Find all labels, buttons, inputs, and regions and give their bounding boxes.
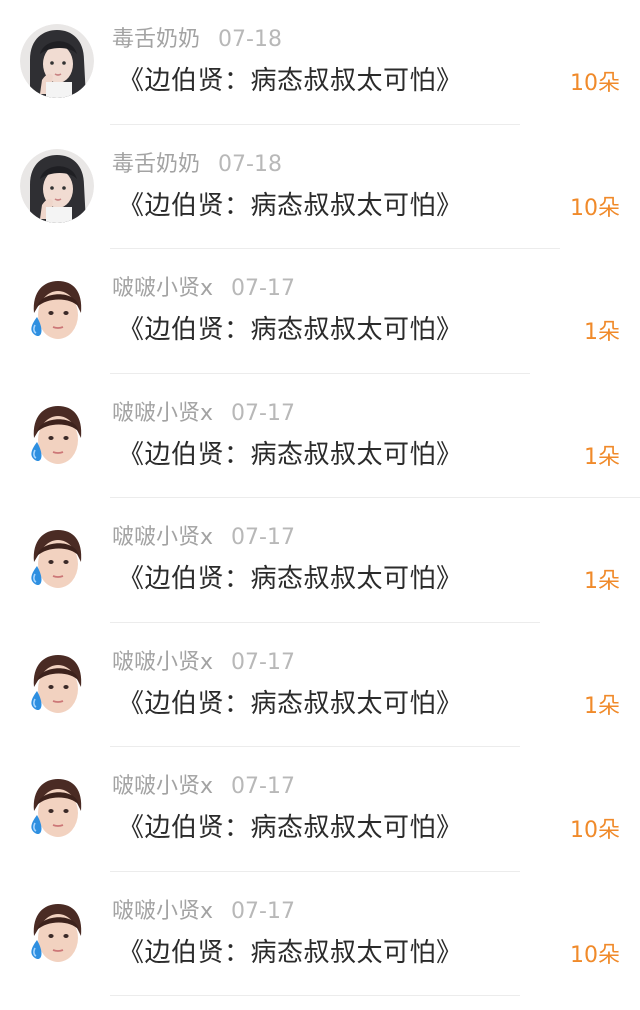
item-title[interactable]: 《边伯贤：病态叔叔太可怕》 bbox=[118, 810, 463, 846]
user-meta: 啵啵小贤x 07-17 bbox=[112, 273, 295, 305]
item-title[interactable]: 《边伯贤：病态叔叔太可怕》 bbox=[118, 935, 463, 971]
date: 07-18 bbox=[218, 27, 282, 52]
date: 07-17 bbox=[231, 898, 295, 924]
girl-portrait-avatar bbox=[20, 24, 94, 98]
username[interactable]: 毒舌奶奶 bbox=[112, 152, 200, 177]
avatar[interactable] bbox=[20, 771, 94, 845]
avatar[interactable] bbox=[20, 24, 94, 98]
item-title[interactable]: 《边伯贤：病态叔叔太可怕》 bbox=[118, 686, 463, 722]
list-item[interactable]: 啵啵小贤x 07-17 《边伯贤：病态叔叔太可怕》 1朵 bbox=[0, 249, 640, 374]
gift-count: 1朵 bbox=[584, 693, 620, 719]
girl-portrait-avatar bbox=[20, 148, 94, 223]
gift-count: 1朵 bbox=[584, 569, 620, 594]
sweat-face-avatar bbox=[20, 771, 94, 845]
list-item[interactable]: 啵啵小贤x 07-17 《边伯贤：病态叔叔太可怕》 1朵 bbox=[0, 623, 640, 747]
sweat-face-avatar bbox=[20, 397, 94, 472]
sweat-face-avatar bbox=[20, 895, 94, 970]
item-title[interactable]: 《边伯贤：病态叔叔太可怕》 bbox=[118, 561, 463, 597]
sweat-face-avatar bbox=[20, 522, 94, 596]
user-meta: 毒舌奶奶 07-18 bbox=[112, 149, 282, 181]
date: 07-17 bbox=[231, 649, 295, 675]
user-meta: 啵啵小贤x 07-17 bbox=[112, 398, 295, 430]
user-meta: 啵啵小贤x 07-17 bbox=[112, 647, 295, 679]
item-title[interactable]: 《边伯贤：病态叔叔太可怕》 bbox=[118, 437, 463, 473]
gift-count: 1朵 bbox=[584, 320, 620, 345]
username[interactable]: 啵啵小贤x bbox=[112, 276, 213, 301]
sweat-face-avatar bbox=[20, 646, 94, 721]
sweat-face-avatar bbox=[20, 273, 94, 347]
item-title[interactable]: 《边伯贤：病态叔叔太可怕》 bbox=[118, 188, 463, 224]
user-meta: 啵啵小贤x 07-17 bbox=[112, 771, 295, 803]
list-item[interactable]: 毒舌奶奶 07-18 《边伯贤：病态叔叔太可怕》 10朵 bbox=[0, 125, 640, 249]
date: 07-17 bbox=[231, 400, 295, 426]
gift-count: 10朵 bbox=[570, 71, 620, 96]
avatar[interactable] bbox=[20, 397, 94, 472]
user-meta: 毒舌奶奶 07-18 bbox=[112, 24, 282, 56]
list-item[interactable]: 毒舌奶奶 07-18 《边伯贤：病态叔叔太可怕》 10朵 bbox=[0, 0, 640, 125]
user-meta: 啵啵小贤x 07-17 bbox=[112, 522, 295, 554]
date: 07-17 bbox=[231, 525, 295, 550]
gift-count: 1朵 bbox=[584, 444, 620, 470]
list-item[interactable]: 啵啵小贤x 07-17 《边伯贤：病态叔叔太可怕》 1朵 bbox=[0, 374, 640, 498]
gift-count: 10朵 bbox=[570, 195, 620, 221]
gift-record-list: 毒舌奶奶 07-18 《边伯贤：病态叔叔太可怕》 10朵 毒舌奶奶 07-18 《边… bbox=[0, 0, 640, 1010]
gift-count: 10朵 bbox=[570, 818, 620, 843]
item-title[interactable]: 《边伯贤：病态叔叔太可怕》 bbox=[118, 63, 463, 99]
date: 07-18 bbox=[218, 151, 282, 177]
date: 07-17 bbox=[231, 774, 295, 799]
list-item[interactable]: 啵啵小贤x 07-17 《边伯贤：病态叔叔太可怕》 10朵 bbox=[0, 747, 640, 872]
avatar[interactable] bbox=[20, 646, 94, 721]
username[interactable]: 毒舌奶奶 bbox=[112, 27, 200, 52]
username[interactable]: 啵啵小贤x bbox=[112, 774, 213, 799]
list-item[interactable]: 啵啵小贤x 07-17 《边伯贤：病态叔叔太可怕》 1朵 bbox=[0, 498, 640, 623]
avatar[interactable] bbox=[20, 148, 94, 223]
username[interactable]: 啵啵小贤x bbox=[112, 899, 213, 924]
user-meta: 啵啵小贤x 07-17 bbox=[112, 896, 295, 928]
username[interactable]: 啵啵小贤x bbox=[112, 525, 213, 550]
avatar[interactable] bbox=[20, 273, 94, 347]
date: 07-17 bbox=[231, 276, 295, 301]
avatar[interactable] bbox=[20, 895, 94, 970]
username[interactable]: 啵啵小贤x bbox=[112, 401, 213, 426]
list-item[interactable]: 啵啵小贤x 07-17 《边伯贤：病态叔叔太可怕》 10朵 bbox=[0, 872, 640, 996]
gift-count: 10朵 bbox=[570, 942, 620, 968]
divider bbox=[110, 995, 520, 996]
item-title[interactable]: 《边伯贤：病态叔叔太可怕》 bbox=[118, 312, 463, 348]
avatar[interactable] bbox=[20, 522, 94, 596]
username[interactable]: 啵啵小贤x bbox=[112, 650, 213, 675]
